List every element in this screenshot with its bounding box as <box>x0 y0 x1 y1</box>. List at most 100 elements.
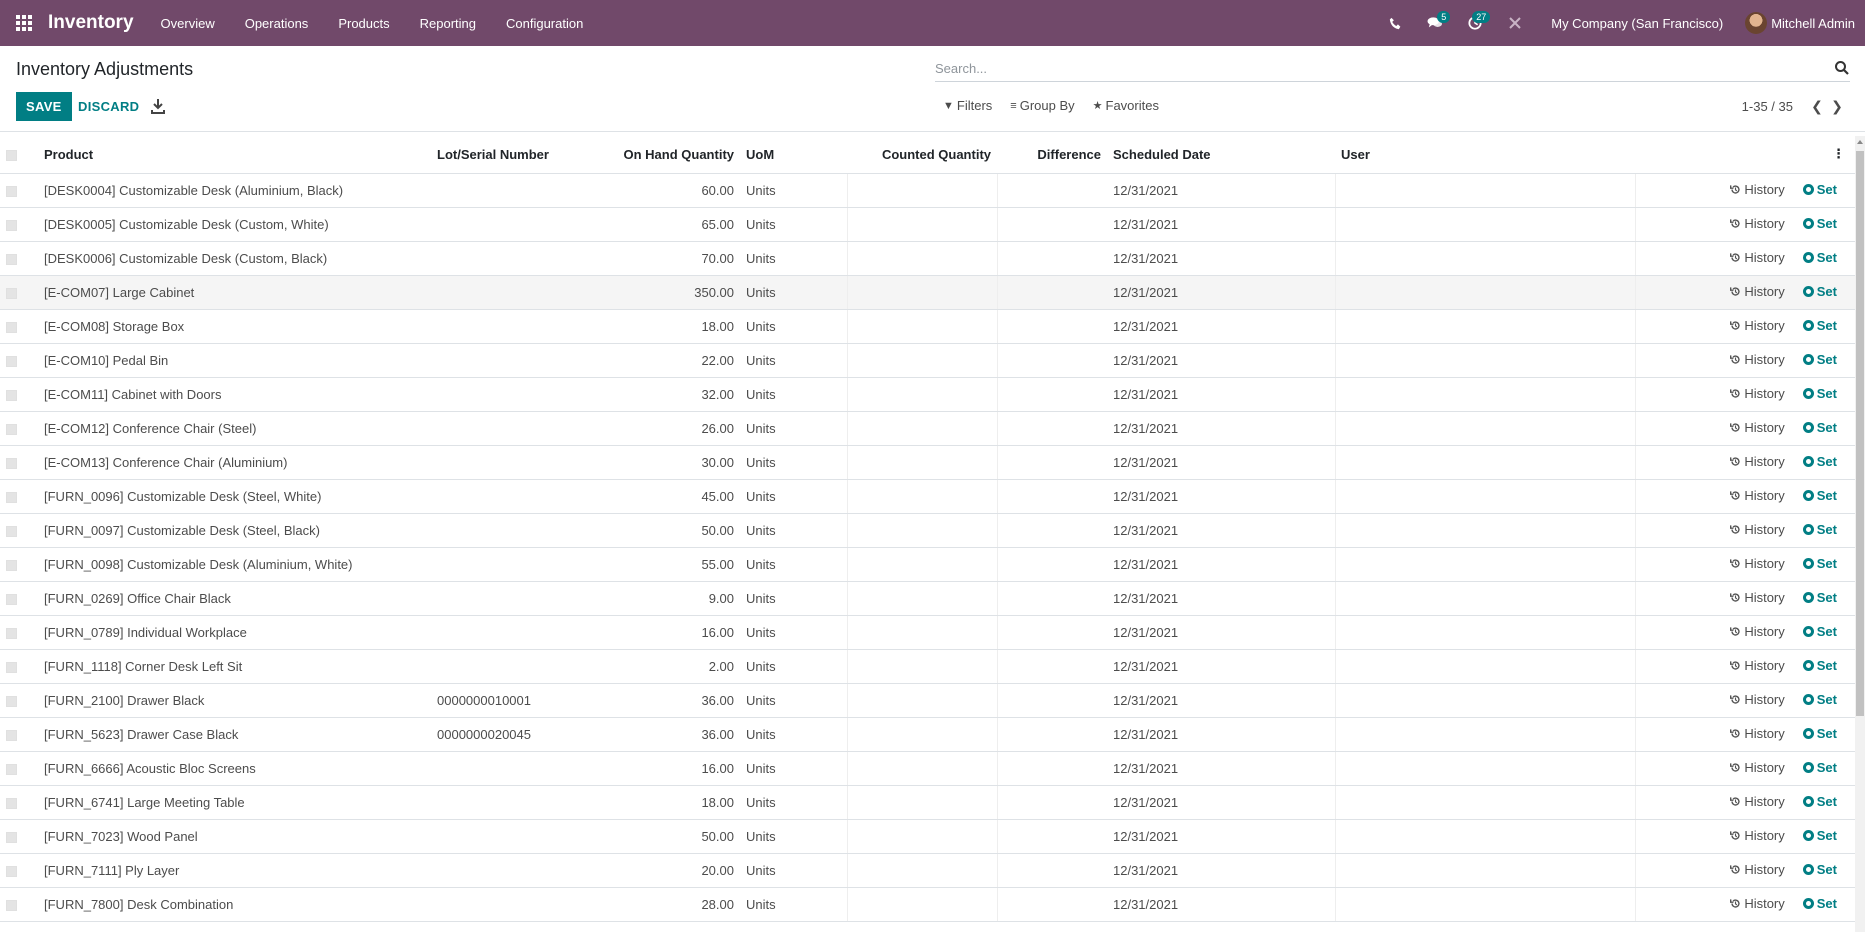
table-row[interactable]: [FURN_2100] Drawer Black 0000000010001 36.… <box>0 683 1855 718</box>
cell-lot[interactable] <box>431 581 616 616</box>
set-button[interactable]: Set <box>1802 828 1837 843</box>
row-checkbox[interactable] <box>0 751 38 786</box>
kebab-icon[interactable]: ⋮ <box>1635 136 1855 174</box>
row-checkbox[interactable] <box>0 377 38 412</box>
cell-product[interactable]: [FURN_0098] Customizable Desk (Aluminium… <box>38 547 431 582</box>
cell-product[interactable]: [FURN_5623] Drawer Case Black <box>38 717 431 752</box>
row-checkbox[interactable] <box>0 309 38 344</box>
select-all-checkbox[interactable] <box>0 136 38 174</box>
menu-reporting[interactable]: Reporting <box>405 0 491 46</box>
set-button[interactable]: Set <box>1802 556 1837 571</box>
cell-user[interactable] <box>1334 547 1636 582</box>
cell-date[interactable]: 12/31/2021 <box>1107 343 1335 378</box>
cell-user[interactable] <box>1334 173 1636 208</box>
cell-product[interactable]: [DESK0004] Customizable Desk (Aluminium,… <box>38 173 431 208</box>
history-button[interactable]: History <box>1730 352 1785 367</box>
cell-lot[interactable] <box>431 615 616 650</box>
cell-counted[interactable] <box>846 309 998 344</box>
search-input[interactable] <box>935 61 1815 76</box>
cell-date[interactable]: 12/31/2021 <box>1107 275 1335 310</box>
user-menu[interactable]: Mitchell Admin <box>1745 12 1865 34</box>
table-row[interactable]: [FURN_7111] Ply Layer 20.00 Units 12/31/202… <box>0 853 1855 888</box>
history-button[interactable]: History <box>1730 522 1785 537</box>
cell-product[interactable]: [E-COM07] Large Cabinet <box>38 275 431 310</box>
cell-counted[interactable] <box>846 785 998 820</box>
discard-button[interactable]: DISCARD <box>70 92 147 121</box>
set-button[interactable]: Set <box>1802 624 1837 639</box>
set-button[interactable]: Set <box>1802 318 1837 333</box>
cell-counted[interactable] <box>846 479 998 514</box>
set-button[interactable]: Set <box>1802 352 1837 367</box>
set-button[interactable]: Set <box>1802 590 1837 605</box>
download-icon[interactable] <box>150 97 166 115</box>
cell-date[interactable]: 12/31/2021 <box>1107 479 1335 514</box>
phone-icon[interactable] <box>1375 0 1415 46</box>
cell-date[interactable]: 12/31/2021 <box>1107 717 1335 752</box>
cell-product[interactable]: [E-COM13] Conference Chair (Aluminium) <box>38 445 431 480</box>
cell-date[interactable]: 12/31/2021 <box>1107 785 1335 820</box>
row-checkbox[interactable] <box>0 785 38 820</box>
row-checkbox[interactable] <box>0 275 38 310</box>
row-checkbox[interactable] <box>0 581 38 616</box>
cell-lot[interactable] <box>431 275 616 310</box>
apps-grid-icon[interactable] <box>0 0 48 46</box>
cell-lot[interactable] <box>431 649 616 684</box>
cell-date[interactable]: 12/31/2021 <box>1107 853 1335 888</box>
cell-date[interactable]: 12/31/2021 <box>1107 819 1335 854</box>
set-button[interactable]: Set <box>1802 386 1837 401</box>
chat-icon[interactable]: 5 <box>1415 0 1455 46</box>
col-onhand[interactable]: On Hand Quantity <box>616 136 740 174</box>
col-date[interactable]: Scheduled Date <box>1107 136 1335 174</box>
cell-product[interactable]: [FURN_0789] Individual Workplace <box>38 615 431 650</box>
cell-product[interactable]: [E-COM12] Conference Chair (Steel) <box>38 411 431 446</box>
cell-counted[interactable] <box>846 615 998 650</box>
cell-counted[interactable] <box>846 649 998 684</box>
cell-counted[interactable] <box>846 581 998 616</box>
cell-lot[interactable] <box>431 377 616 412</box>
row-checkbox[interactable] <box>0 819 38 854</box>
cell-user[interactable] <box>1334 785 1636 820</box>
cell-product[interactable]: [FURN_7023] Wood Panel <box>38 819 431 854</box>
table-row[interactable]: [E-COM13] Conference Chair (Aluminium) 30… <box>0 445 1855 480</box>
cell-date[interactable]: 12/31/2021 <box>1107 547 1335 582</box>
scroll-up-arrow[interactable] <box>1857 140 1863 144</box>
row-checkbox[interactable] <box>0 649 38 684</box>
history-button[interactable]: History <box>1730 794 1785 809</box>
cell-product[interactable]: [FURN_7800] Desk Combination <box>38 887 431 922</box>
cell-user[interactable] <box>1334 581 1636 616</box>
set-button[interactable]: Set <box>1802 216 1837 231</box>
table-row[interactable]: [E-COM11] Cabinet with Doors 32.00 Units 12… <box>0 377 1855 412</box>
cell-date[interactable]: 12/31/2021 <box>1107 241 1335 276</box>
cell-date[interactable]: 12/31/2021 <box>1107 751 1335 786</box>
history-button[interactable]: History <box>1730 420 1785 435</box>
cell-date[interactable]: 12/31/2021 <box>1107 649 1335 684</box>
cell-counted[interactable] <box>846 207 998 242</box>
row-checkbox[interactable] <box>0 411 38 446</box>
company-switcher[interactable]: My Company (San Francisco) <box>1535 16 1745 31</box>
cell-counted[interactable] <box>846 173 998 208</box>
set-button[interactable]: Set <box>1802 454 1837 469</box>
cell-user[interactable] <box>1334 649 1636 684</box>
set-button[interactable]: Set <box>1802 488 1837 503</box>
set-button[interactable]: Set <box>1802 658 1837 673</box>
cell-date[interactable]: 12/31/2021 <box>1107 887 1335 922</box>
history-button[interactable]: History <box>1730 182 1785 197</box>
filters-toggle[interactable]: ▼ Filters <box>943 98 992 113</box>
cell-counted[interactable] <box>846 717 998 752</box>
favorites-toggle[interactable]: ★ Favorites <box>1093 98 1159 113</box>
cell-user[interactable] <box>1334 343 1636 378</box>
table-row[interactable]: [FURN_0789] Individual Workplace 16.00 Uni… <box>0 615 1855 650</box>
cell-lot[interactable]: 0000000010001 <box>431 683 616 718</box>
history-button[interactable]: History <box>1730 318 1785 333</box>
cell-user[interactable] <box>1334 275 1636 310</box>
col-uom[interactable]: UoM <box>740 136 847 174</box>
cell-counted[interactable] <box>846 751 998 786</box>
history-button[interactable]: History <box>1730 624 1785 639</box>
set-button[interactable]: Set <box>1802 760 1837 775</box>
history-button[interactable]: History <box>1730 216 1785 231</box>
menu-products[interactable]: Products <box>323 0 404 46</box>
cell-user[interactable] <box>1334 683 1636 718</box>
row-checkbox[interactable] <box>0 173 38 208</box>
row-checkbox[interactable] <box>0 853 38 888</box>
cell-date[interactable]: 12/31/2021 <box>1107 309 1335 344</box>
